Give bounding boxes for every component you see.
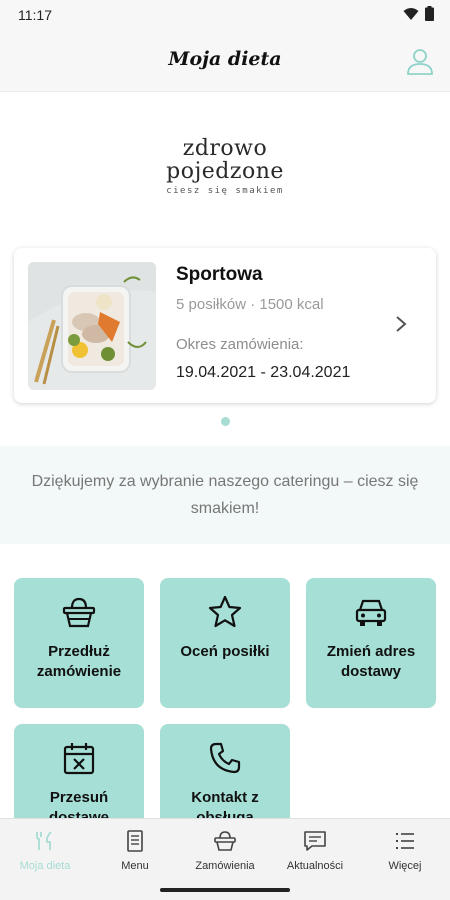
nav-item-more[interactable]: Więcej bbox=[360, 819, 450, 881]
profile-icon[interactable] bbox=[406, 47, 434, 75]
home-gesture-handle[interactable] bbox=[160, 888, 290, 892]
nav-item-news[interactable]: Aktualności bbox=[270, 819, 360, 881]
nav-label: Aktualności bbox=[286, 860, 344, 872]
nav-label: Menu bbox=[121, 860, 149, 872]
nav-label: Moja dieta bbox=[19, 860, 71, 872]
logo-line2: pojedzone bbox=[166, 159, 284, 184]
calendar-icon bbox=[63, 743, 95, 775]
battery-icon bbox=[425, 6, 434, 21]
thanks-text: Dziękujemy za wybranie naszego cateringu… bbox=[31, 473, 419, 517]
star-icon bbox=[208, 595, 242, 628]
status-bar: 11:17 bbox=[0, 0, 450, 30]
order-period: 19.04.2021 - 23.04.2021 bbox=[176, 364, 351, 381]
status-icons bbox=[403, 6, 434, 21]
nav-label: Więcej bbox=[388, 860, 422, 872]
change-address-button[interactable]: Zmień adres dostawy bbox=[306, 578, 436, 708]
page-title: Moja dieta bbox=[168, 48, 282, 70]
nav-label: Zamówienia bbox=[195, 860, 255, 872]
list-icon bbox=[396, 833, 414, 849]
tile-label: Zmień adres dostawy bbox=[326, 643, 416, 680]
nav-item-orders[interactable]: Zamówienia bbox=[180, 819, 270, 881]
chevron-right-icon[interactable] bbox=[394, 314, 408, 334]
diet-name: Sportowa bbox=[176, 264, 263, 285]
car-icon bbox=[355, 599, 387, 626]
tile-label: Oceń posiłki bbox=[180, 643, 270, 660]
diet-meta: 5 posiłków · 1500 kcal bbox=[176, 296, 324, 313]
order-period-label: Okres zamówienia: bbox=[176, 336, 304, 353]
logo-line1: zdrowo bbox=[182, 136, 268, 161]
extend-order-button[interactable]: Przedłuż zamówienie bbox=[14, 578, 144, 708]
app-header: Moja dieta bbox=[0, 30, 450, 92]
fork-knife-icon bbox=[36, 831, 52, 850]
status-time: 11:17 bbox=[18, 7, 52, 23]
gesture-bar bbox=[0, 880, 450, 900]
nav-item-my-diet[interactable]: Moja dieta bbox=[0, 819, 90, 881]
wifi-icon bbox=[403, 7, 419, 20]
chat-icon bbox=[304, 831, 326, 851]
rate-meals-button[interactable]: Oceń posiłki bbox=[160, 578, 290, 708]
logo-tagline: ciesz się smakiem bbox=[166, 186, 284, 196]
bottom-nav: Moja dieta Menu Zamówienia Aktualności W… bbox=[0, 818, 450, 880]
nav-item-menu[interactable]: Menu bbox=[90, 819, 180, 881]
basket-icon bbox=[62, 597, 96, 628]
thanks-banner: Dziękujemy za wybranie naszego cateringu… bbox=[0, 446, 450, 544]
menu-book-icon bbox=[127, 830, 143, 852]
brand-logo: zdrowo pojedzone ciesz się smakiem bbox=[0, 136, 450, 197]
diet-card[interactable]: Sportowa 5 posiłków · 1500 kcal Okres za… bbox=[14, 248, 436, 403]
phone-icon bbox=[209, 742, 241, 774]
basket-icon bbox=[214, 831, 236, 851]
diet-photo bbox=[28, 262, 156, 390]
tile-label: Przedłuż zamówienie bbox=[36, 643, 122, 680]
pager-dot bbox=[221, 417, 230, 426]
